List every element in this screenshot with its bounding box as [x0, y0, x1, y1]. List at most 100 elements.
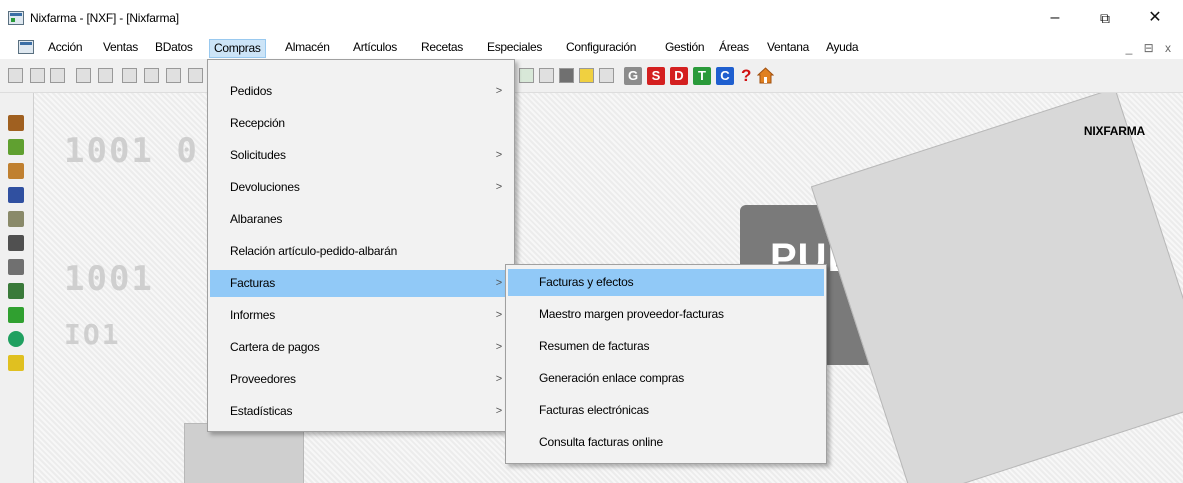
menu-item-label: Informes — [230, 308, 276, 322]
toolbar-print-icon[interactable] — [166, 68, 181, 83]
toolbar-d-button[interactable]: D — [670, 67, 688, 85]
menu-item-label: Facturas — [230, 276, 276, 290]
window-title: Nixfarma - [NXF] - [Nixfarma] — [30, 11, 179, 25]
sidebar-money-icon[interactable] — [8, 139, 24, 155]
menu-item-label: Estadísticas — [230, 404, 293, 418]
menu-configuracion[interactable]: Configuración — [562, 39, 640, 58]
toolbar-wand-icon[interactable] — [519, 68, 534, 83]
menu-item-pedidos[interactable]: Pedidos > — [210, 78, 512, 105]
menu-item-label: Facturas y efectos — [539, 275, 634, 289]
title-bar: Nixfarma - [NXF] - [Nixfarma] – ⧉ ✕ — [0, 0, 1183, 36]
menu-bdatos[interactable]: BDatos — [151, 39, 197, 58]
toolbar-grip-icon[interactable] — [8, 68, 23, 83]
sidebar-user-icon[interactable] — [8, 163, 24, 179]
menu-item-proveedores[interactable]: Proveedores > — [210, 366, 512, 393]
toolbar-binoculars-icon[interactable] — [98, 68, 113, 83]
submenu-arrow-icon: > — [495, 341, 502, 353]
minimize-button[interactable]: – — [1035, 6, 1075, 30]
menu-item-label: Generación enlace compras — [539, 371, 685, 385]
submenu-arrow-icon: > — [495, 373, 502, 385]
home-exit-icon[interactable] — [757, 67, 774, 84]
menu-especiales[interactable]: Especiales — [483, 39, 546, 58]
menu-item-resumen-de-facturas[interactable]: Resumen de facturas — [508, 333, 824, 360]
submenu-arrow-icon: > — [495, 149, 502, 161]
sidebar-people-icon[interactable] — [8, 259, 24, 275]
menu-item-cartera-de-pagos[interactable]: Cartera de pagos > — [210, 334, 512, 361]
mdi-window-controls[interactable]: _ ⊟ x — [1126, 41, 1175, 55]
restore-button[interactable]: ⧉ — [1085, 6, 1125, 30]
toolbar-pen-icon[interactable] — [122, 68, 137, 83]
menu-item-facturas[interactable]: Facturas > — [210, 270, 512, 297]
menu-item-label: Cartera de pagos — [230, 340, 320, 354]
menu-item-solicitudes[interactable]: Solicitudes > — [210, 142, 512, 169]
menu-item-label: Maestro margen proveedor-facturas — [539, 307, 724, 321]
menu-bar: Acción Ventas BDatos Compras Almacén Art… — [0, 36, 1183, 59]
sidebar-list-icon[interactable] — [8, 283, 24, 299]
toolbar-c-button[interactable]: C — [716, 67, 734, 85]
document-window-icon[interactable] — [18, 40, 34, 54]
toolbar-building-icon[interactable] — [539, 68, 554, 83]
menu-item-relacion-articulo-pedido-albaran[interactable]: Relación artículo-pedido-albarán — [210, 238, 512, 265]
menu-item-devoluciones[interactable]: Devoluciones > — [210, 174, 512, 201]
toolbar-box-icon[interactable] — [76, 68, 91, 83]
menu-item-albaranes[interactable]: Albaranes — [210, 206, 512, 233]
sidebar-pharmacy-cross-icon[interactable] — [8, 307, 24, 323]
toolbar-delete-icon[interactable] — [144, 68, 159, 83]
menu-item-maestro-margen-proveedor-facturas[interactable]: Maestro margen proveedor-facturas — [508, 301, 824, 328]
menu-item-recepcion[interactable]: Recepción — [210, 110, 512, 137]
submenu-arrow-icon: > — [495, 277, 502, 289]
menu-item-label: Pedidos — [230, 84, 272, 98]
toolbar-s-button[interactable]: S — [647, 67, 665, 85]
sidebar-warning-icon[interactable] — [8, 355, 24, 371]
menu-ayuda[interactable]: Ayuda — [822, 39, 862, 58]
submenu-arrow-icon: > — [495, 85, 502, 97]
menu-item-consulta-facturas-online[interactable]: Consulta facturas online — [508, 429, 824, 456]
facturas-submenu: Facturas y efectos Maestro margen provee… — [505, 264, 827, 464]
toolbar-extra-icon[interactable] — [188, 68, 203, 83]
sidebar-cash-register-icon[interactable] — [8, 115, 24, 131]
menu-articulos[interactable]: Artículos — [349, 39, 401, 58]
app-icon — [8, 11, 24, 25]
menu-accion[interactable]: Acción — [44, 39, 86, 58]
toolbar-edit-icon[interactable] — [50, 68, 65, 83]
menu-item-informes[interactable]: Informes > — [210, 302, 512, 329]
menu-item-label: Solicitudes — [230, 148, 286, 162]
toolbar: G S D T C ? — [0, 59, 1183, 93]
toolbar-cart-icon[interactable] — [599, 68, 614, 83]
toolbar-g-button[interactable]: G — [624, 67, 642, 85]
sidebar-cart-icon[interactable] — [8, 187, 24, 203]
toolbar-stack-icon[interactable] — [559, 68, 574, 83]
sidebar-pencil-icon[interactable] — [8, 235, 24, 251]
close-button[interactable]: ✕ — [1135, 6, 1175, 30]
sidebar-refresh-icon[interactable] — [8, 331, 24, 347]
menu-item-label: Resumen de facturas — [539, 339, 650, 353]
menu-almacen[interactable]: Almacén — [281, 39, 334, 58]
menu-ventana[interactable]: Ventana — [763, 39, 813, 58]
menu-recetas[interactable]: Recetas — [417, 39, 467, 58]
menu-item-facturas-y-efectos[interactable]: Facturas y efectos — [508, 269, 824, 296]
menu-item-label: Albaranes — [230, 212, 283, 226]
toolbar-monitor-icon[interactable] — [579, 68, 594, 83]
compras-menu: Pedidos > Recepción Solicitudes > Devolu… — [207, 59, 515, 432]
submenu-arrow-icon: > — [495, 181, 502, 193]
toolbar-document-icon[interactable] — [30, 68, 45, 83]
menu-item-label: Consulta facturas online — [539, 435, 663, 449]
menu-item-label: Proveedores — [230, 372, 296, 386]
menu-item-facturas-electronicas[interactable]: Facturas electrónicas — [508, 397, 824, 424]
menu-ventas[interactable]: Ventas — [99, 39, 142, 58]
toolbar-t-button[interactable]: T — [693, 67, 711, 85]
submenu-arrow-icon: > — [495, 405, 502, 417]
menu-item-estadisticas[interactable]: Estadísticas > — [210, 398, 512, 425]
menu-areas[interactable]: Áreas — [715, 39, 753, 58]
menu-compras[interactable]: Compras — [209, 39, 266, 58]
brand-label: NIXFARMA — [1083, 124, 1145, 138]
menu-item-label: Relación artículo-pedido-albarán — [230, 244, 398, 258]
help-icon[interactable]: ? — [741, 66, 751, 86]
sidebar-box-icon[interactable] — [8, 211, 24, 227]
background-keyboard-art: 1001 — [64, 259, 154, 299]
menu-item-generacion-enlace-compras[interactable]: Generación enlace compras — [508, 365, 824, 392]
background-keyboard-art: 1001 0 — [64, 131, 199, 171]
submenu-arrow-icon: > — [495, 309, 502, 321]
left-sidebar — [0, 93, 34, 483]
menu-gestion[interactable]: Gestión — [661, 39, 708, 58]
